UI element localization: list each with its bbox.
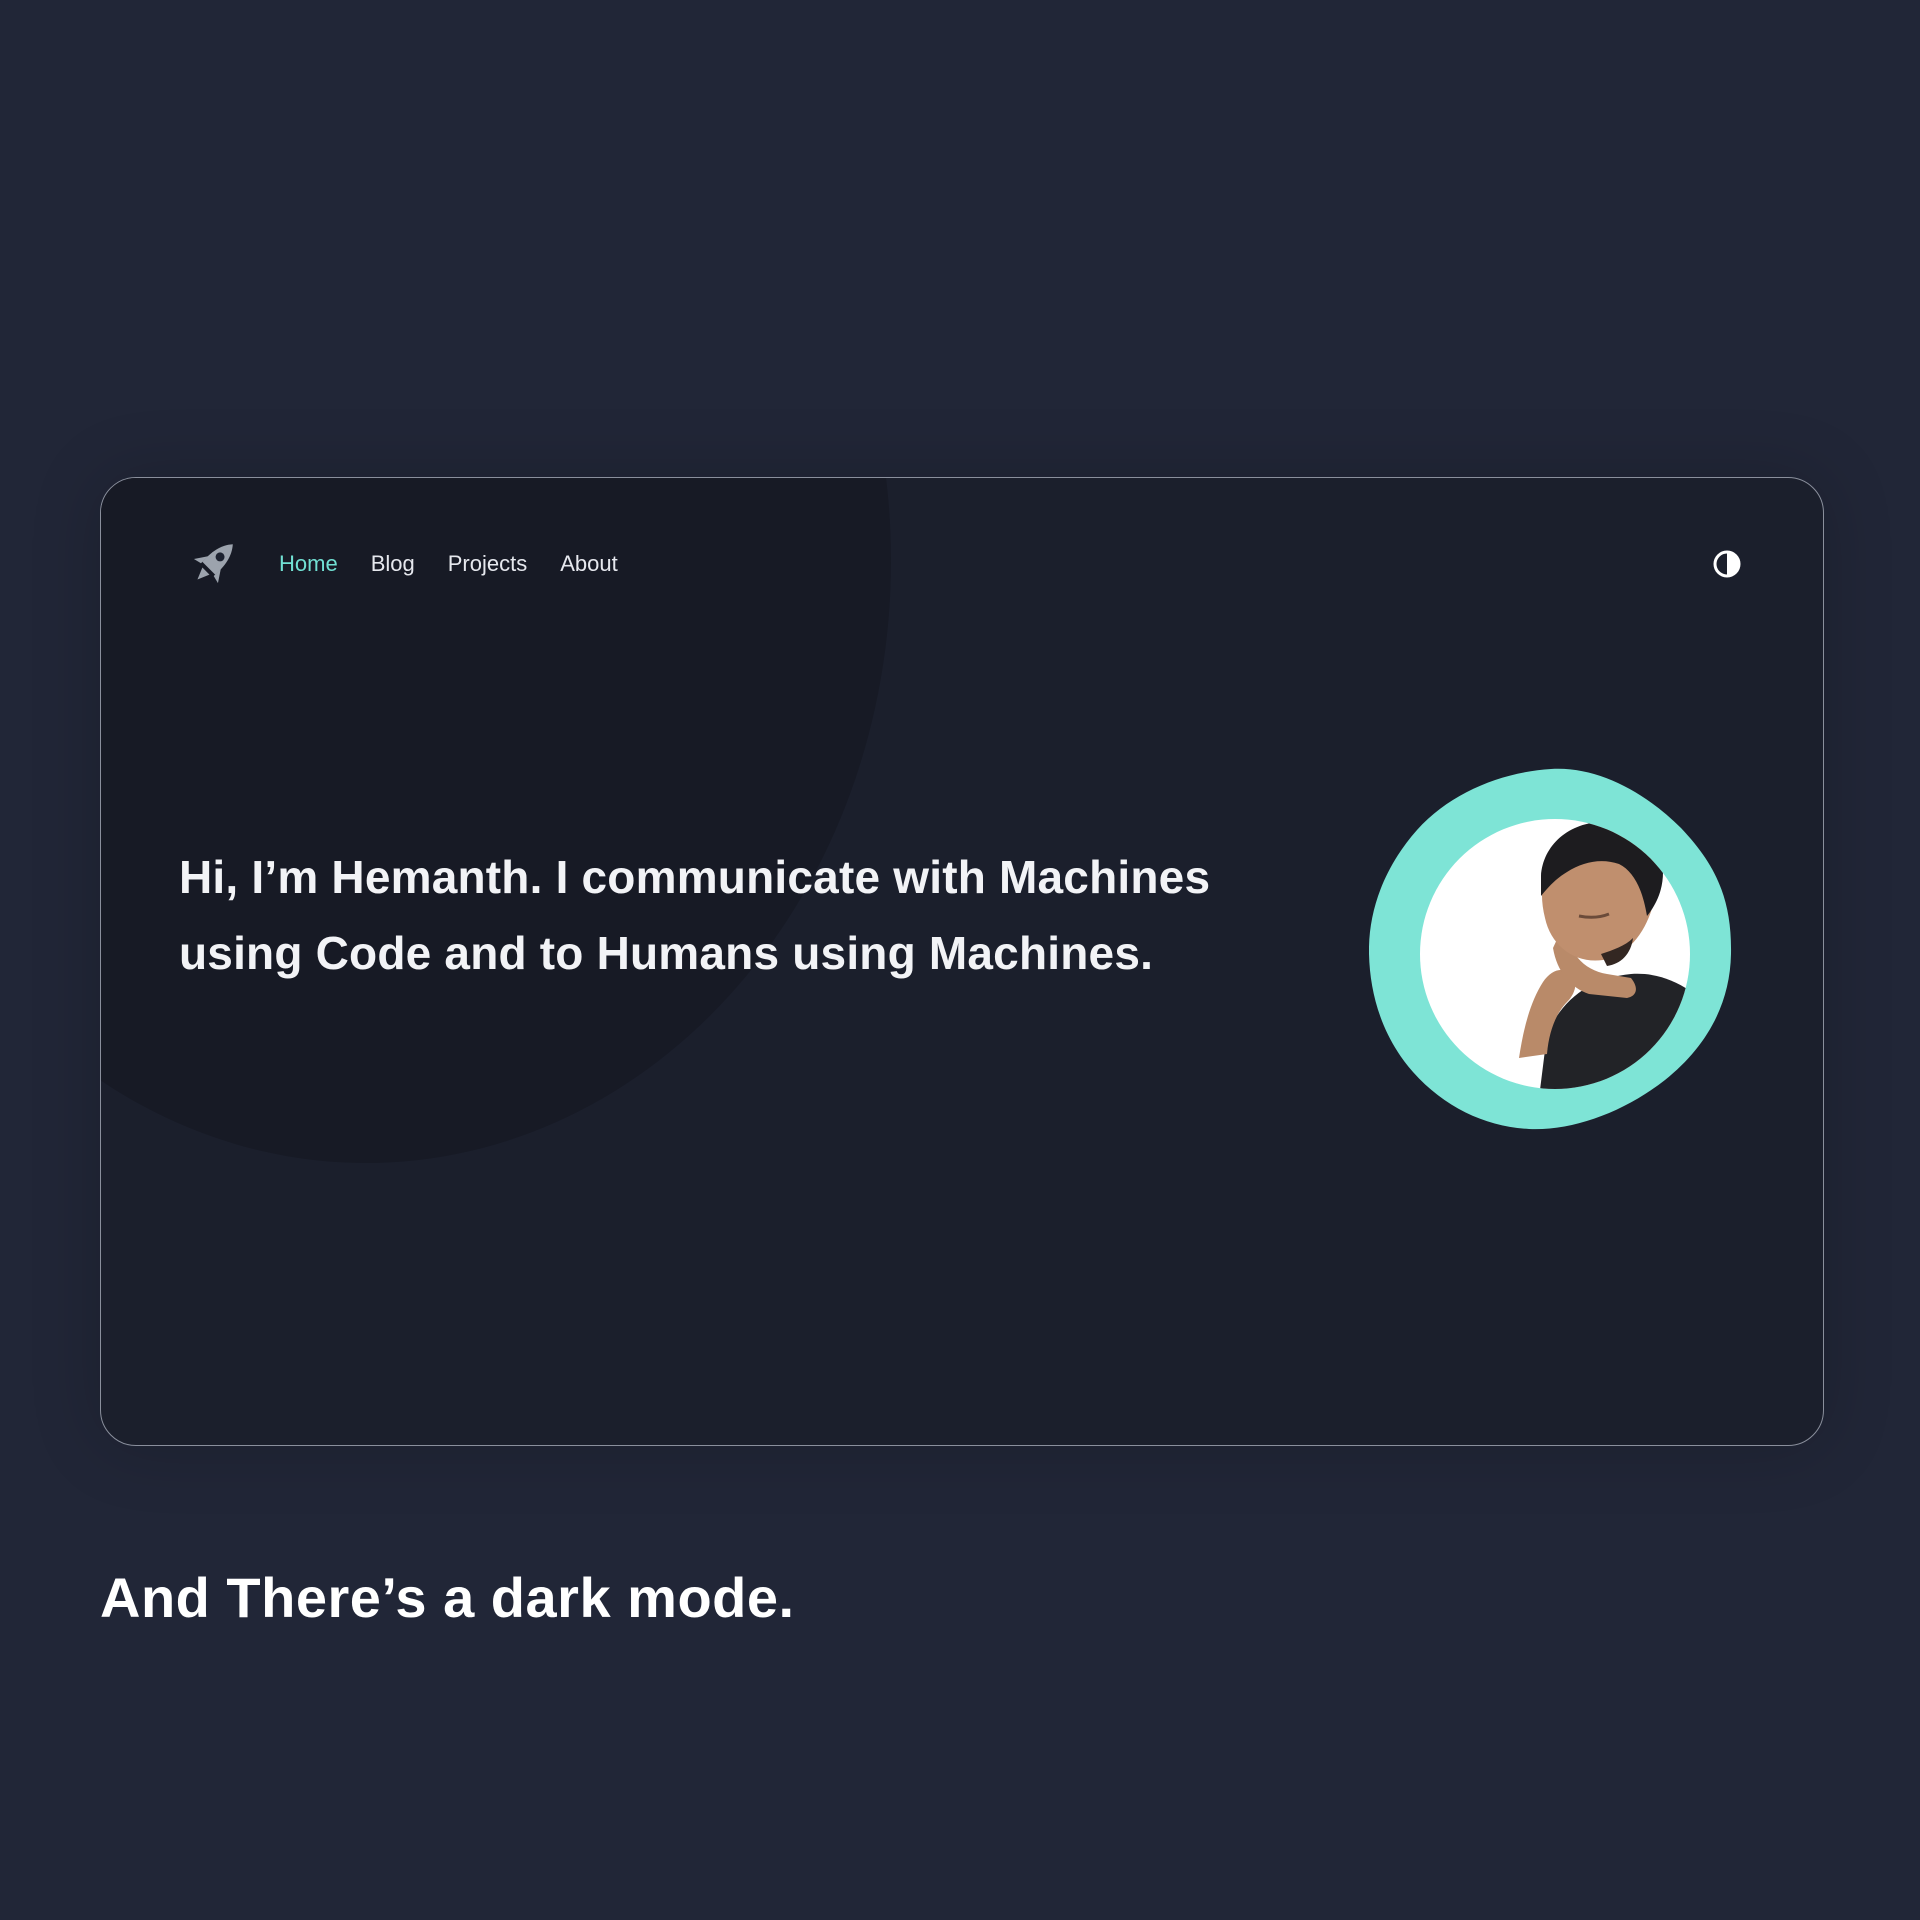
- website-preview-frame: Home Blog Projects About Hi, I’m Hemanth…: [100, 477, 1824, 1446]
- nav-link-about[interactable]: About: [560, 551, 618, 577]
- nav-link-projects[interactable]: Projects: [448, 551, 527, 577]
- page: Home Blog Projects About Hi, I’m Hemanth…: [0, 0, 1920, 1920]
- dark-mode-caption: And There’s a dark mode.: [100, 1566, 795, 1629]
- hero-heading: Hi, I’m Hemanth. I communicate with Mach…: [179, 851, 1211, 979]
- contrast-icon[interactable]: [1711, 548, 1743, 580]
- avatar: [1369, 768, 1739, 1138]
- top-navigation: Home Blog Projects About: [181, 532, 1743, 596]
- rocket-icon[interactable]: [181, 532, 245, 596]
- nav-link-blog[interactable]: Blog: [371, 551, 415, 577]
- nav-link-home[interactable]: Home: [279, 551, 338, 577]
